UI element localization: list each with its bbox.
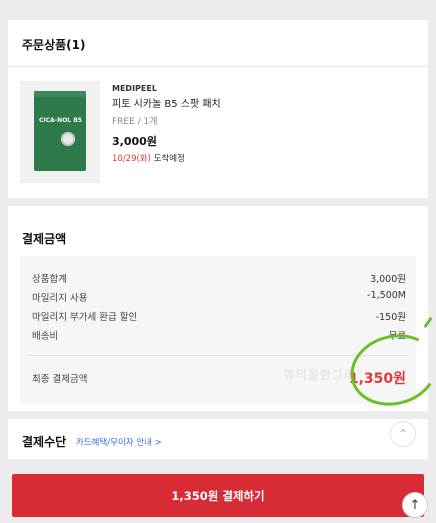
patch-icon <box>61 132 75 146</box>
section-divider <box>8 66 428 67</box>
product-price: 3,000원 <box>112 135 157 148</box>
product-brand: MEDIPEEL <box>112 84 157 93</box>
summary-divider <box>28 355 408 356</box>
product-option: FREE / 1개 <box>112 117 158 127</box>
eta-label: 도착예정 <box>150 154 185 164</box>
package-label: CICA-NOL B5 <box>39 117 82 124</box>
summary-row-vat-refund: 마일리지 부가세 환급 할인 -150원 <box>32 312 406 323</box>
final-label: 최종 결제금액 <box>32 374 88 385</box>
card-benefit-link[interactable]: 카드혜택/무이자 안내 > <box>76 436 162 448</box>
arrow-up-icon[interactable]: ↑ <box>402 492 428 518</box>
payment-method-section: 결제수단 카드혜택/무이자 안내 > ⌃ <box>8 419 428 459</box>
chevron-up-icon[interactable]: ⌃ <box>390 421 416 447</box>
product-package: CICA-NOL B5 <box>34 91 86 171</box>
method-section-title: 결제수단 <box>22 435 67 449</box>
top-spacer <box>0 0 436 12</box>
order-section-title: 주문상품(1) <box>22 38 86 52</box>
delivery-eta: 10/29(화) 도착예정 <box>112 152 185 164</box>
summary-row-mileage: 마일리지 사용 -1,500M <box>32 290 406 304</box>
summary-row-subtotal: 상품합계 3,000원 <box>32 274 406 285</box>
order-products-section: 주문상품(1) CICA-NOL B5 MEDIPEEL 피토 시카놀 B5 스… <box>8 20 428 198</box>
summary-row-shipping: 배송비 무료 <box>32 331 406 342</box>
pay-button[interactable]: 1,350원 결제하기 <box>12 474 424 517</box>
product-image[interactable]: CICA-NOL B5 <box>20 81 100 183</box>
payment-section-title: 결제금액 <box>22 232 67 246</box>
eta-date: 10/29(화) <box>112 154 151 164</box>
product-name[interactable]: 피토 시카놀 B5 스팟 패치 <box>112 95 221 110</box>
receipt-edge <box>20 404 416 410</box>
